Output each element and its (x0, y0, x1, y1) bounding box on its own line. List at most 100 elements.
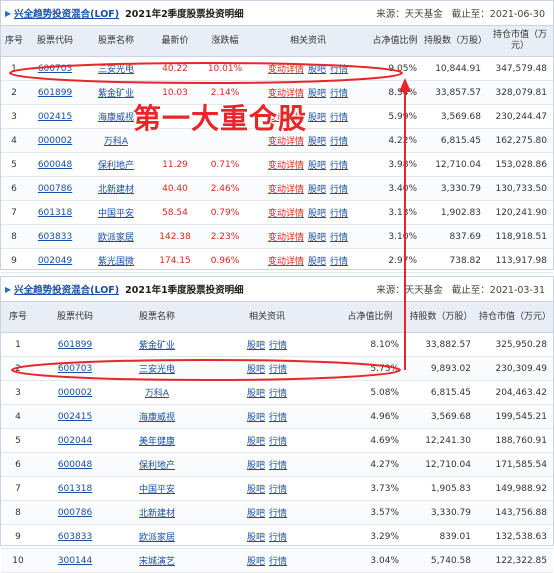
latest-price: 40.22 (149, 56, 201, 81)
stock-forum-link[interactable]: 股吧 (247, 437, 265, 447)
change-details-link[interactable]: 变动详情 (268, 65, 304, 75)
quote-link[interactable]: 行情 (330, 137, 348, 147)
stock-name-link[interactable]: 北新建材 (98, 185, 134, 195)
quote-link[interactable]: 行情 (269, 389, 287, 399)
change-details-link[interactable]: 变动详情 (268, 209, 304, 219)
stock-forum-link[interactable]: 股吧 (247, 389, 265, 399)
stock-code-link[interactable]: 002044 (58, 436, 92, 446)
quote-link[interactable]: 行情 (269, 413, 287, 423)
stock-forum-link[interactable]: 股吧 (308, 257, 326, 267)
stock-forum-link[interactable]: 股吧 (247, 365, 265, 375)
stock-code-link[interactable]: 601318 (58, 484, 92, 494)
stock-code-link[interactable]: 601318 (38, 208, 72, 218)
stock-forum-link[interactable]: 股吧 (308, 185, 326, 195)
change-details-link[interactable]: 变动详情 (268, 137, 304, 147)
stock-name-link[interactable]: 欧派家居 (98, 233, 134, 243)
stock-forum-link[interactable]: 股吧 (247, 341, 265, 351)
quote-link[interactable]: 行情 (330, 113, 348, 123)
row-name-cell: 欧派家居 (83, 224, 149, 249)
q2-fund-name-link[interactable]: 兴全趋势投资混合(LOF) (14, 6, 119, 20)
quote-link[interactable]: 行情 (269, 461, 287, 471)
quote-link[interactable]: 行情 (269, 485, 287, 495)
stock-forum-link[interactable]: 股吧 (308, 65, 326, 75)
stock-code-link[interactable]: 600048 (38, 160, 72, 170)
quote-link[interactable]: 行情 (330, 257, 348, 267)
stock-code-link[interactable]: 603833 (38, 232, 72, 242)
stock-code-link[interactable]: 000786 (58, 508, 92, 518)
stock-forum-link[interactable]: 股吧 (247, 533, 265, 543)
row-name-cell: 北新建材 (115, 500, 199, 525)
stock-code-link[interactable]: 000002 (58, 388, 92, 398)
stock-name-link[interactable]: 宋城演艺 (139, 557, 175, 567)
change-percent: 0.96% (201, 248, 249, 273)
stock-forum-link[interactable]: 股吧 (247, 485, 265, 495)
stock-forum-link[interactable]: 股吧 (308, 161, 326, 171)
table-row: 7 601318 中国平安 股吧 行情 3.73% 1,905.83 149,988.92 (1, 476, 553, 501)
stock-name-link[interactable]: 中国平安 (139, 485, 175, 495)
stock-code-link[interactable]: 600703 (38, 64, 72, 74)
stock-name-link[interactable]: 紫光国微 (98, 257, 134, 267)
stock-code-link[interactable]: 600703 (58, 364, 92, 374)
change-details-link[interactable]: 变动详情 (268, 185, 304, 195)
stock-name-link[interactable]: 万科A (145, 389, 169, 399)
quote-link[interactable]: 行情 (269, 437, 287, 447)
stock-code-link[interactable]: 002415 (38, 112, 72, 122)
stock-forum-link[interactable]: 股吧 (308, 233, 326, 243)
stock-code-link[interactable]: 002415 (58, 412, 92, 422)
stock-forum-link[interactable]: 股吧 (247, 509, 265, 519)
stock-forum-link[interactable]: 股吧 (247, 413, 265, 423)
stock-forum-link[interactable]: 股吧 (308, 137, 326, 147)
quote-link[interactable]: 行情 (269, 533, 287, 543)
quote-link[interactable]: 行情 (330, 65, 348, 75)
net-value-ratio: 5.99% (367, 104, 423, 129)
stock-name-link[interactable]: 三安光电 (98, 65, 134, 75)
stock-code-link[interactable]: 002049 (38, 256, 72, 266)
stock-code-link[interactable]: 603833 (58, 532, 92, 542)
quote-link[interactable]: 行情 (330, 209, 348, 219)
stock-code-link[interactable]: 601899 (38, 88, 72, 98)
col-header-name: 股票名称 (115, 301, 199, 333)
net-value-ratio: 3.73% (335, 476, 405, 501)
quote-link[interactable]: 行情 (269, 341, 287, 351)
stock-name-link[interactable]: 三安光电 (139, 365, 175, 375)
change-details-link[interactable]: 变动详情 (268, 257, 304, 267)
row-code-cell: 000002 (27, 128, 83, 153)
stock-name-link[interactable]: 紫金矿业 (98, 89, 134, 99)
quote-link[interactable]: 行情 (330, 233, 348, 243)
stock-name-link[interactable]: 海康威视 (98, 113, 134, 123)
related-info-cell: 股吧 行情 (199, 356, 335, 381)
stock-name-link[interactable]: 保利地产 (98, 161, 134, 171)
stock-code-link[interactable]: 000786 (38, 184, 72, 194)
stock-code-link[interactable]: 600048 (58, 460, 92, 470)
related-info-cell: 股吧 行情 (199, 380, 335, 405)
quote-link[interactable]: 行情 (330, 185, 348, 195)
stock-code-link[interactable]: 300144 (58, 556, 92, 566)
stock-forum-link[interactable]: 股吧 (247, 461, 265, 471)
stock-forum-link[interactable]: 股吧 (308, 89, 326, 99)
quote-link[interactable]: 行情 (269, 557, 287, 567)
change-details-link[interactable]: 变动详情 (268, 161, 304, 171)
table-row: 5 002044 美年健康 股吧 行情 4.69% 12,241.30 188,760.91 (1, 428, 553, 453)
q1-fund-name-link[interactable]: 兴全趋势投资混合(LOF) (14, 282, 119, 296)
stock-name-link[interactable]: 欧派家居 (139, 533, 175, 543)
stock-name-link[interactable]: 保利地产 (139, 461, 175, 471)
row-code-cell: 002049 (27, 248, 83, 273)
stock-name-link[interactable]: 紫金矿业 (139, 341, 175, 351)
stock-code-link[interactable]: 000002 (38, 136, 72, 146)
stock-code-link[interactable]: 601899 (58, 340, 92, 350)
stock-name-link[interactable]: 美年健康 (139, 437, 175, 447)
stock-forum-link[interactable]: 股吧 (247, 557, 265, 567)
related-info-cell: 股吧 行情 (199, 332, 335, 357)
stock-name-link[interactable]: 万科A (104, 137, 128, 147)
change-details-link[interactable]: 变动详情 (268, 233, 304, 243)
related-info-cell: 变动详情股吧行情 (249, 152, 367, 177)
stock-forum-link[interactable]: 股吧 (308, 113, 326, 123)
stock-name-link[interactable]: 海康威视 (139, 413, 175, 423)
stock-forum-link[interactable]: 股吧 (308, 209, 326, 219)
stock-name-link[interactable]: 北新建材 (139, 509, 175, 519)
stock-name-link[interactable]: 中国平安 (98, 209, 134, 219)
quote-link[interactable]: 行情 (269, 509, 287, 519)
quote-link[interactable]: 行情 (330, 161, 348, 171)
quote-link[interactable]: 行情 (269, 365, 287, 375)
quote-link[interactable]: 行情 (330, 89, 348, 99)
